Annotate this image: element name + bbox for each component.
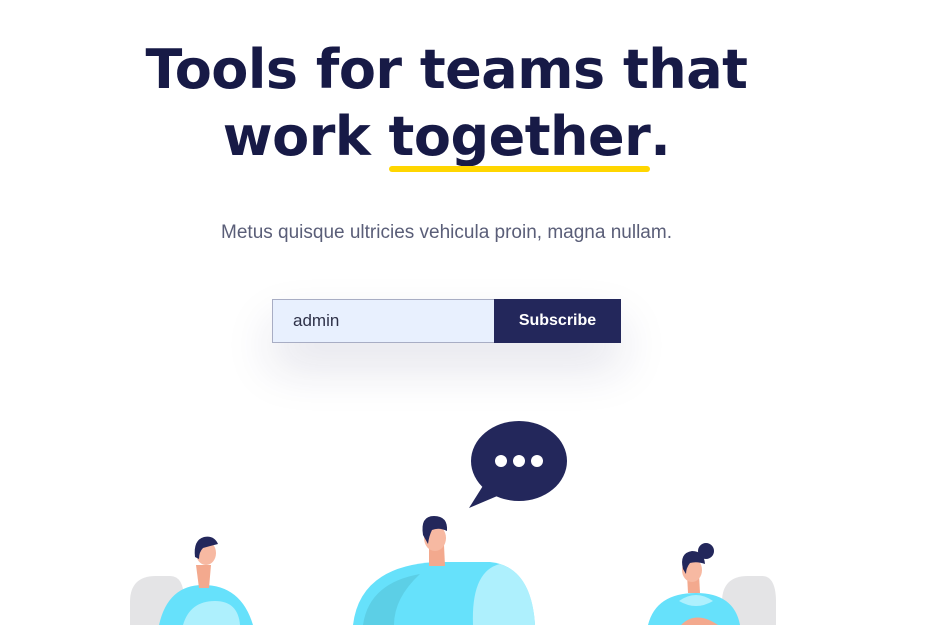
hero-title-prefix: work [222, 105, 389, 168]
right-person-figure [648, 543, 776, 625]
subscribe-form: Subscribe [272, 299, 621, 343]
hero-highlight-word: together [388, 105, 651, 168]
chat-ellipsis-icon [469, 421, 567, 508]
center-person-figure [353, 516, 535, 625]
hero-title-highlight: together [388, 103, 651, 172]
hero-subtitle: Metus quisque ultricies vehicula proin, … [221, 222, 672, 243]
subscribe-button[interactable]: Subscribe [494, 299, 621, 343]
team-illustration [130, 421, 776, 625]
hero-title: Tools for teams that work together. [0, 36, 893, 172]
email-input[interactable] [272, 299, 494, 343]
landing-page: Tools for teams that work together. Metu… [0, 0, 948, 625]
hero-title-line-1: Tools for teams that [145, 38, 748, 101]
highlight-underline [388, 166, 651, 172]
hero-title-suffix: . [650, 105, 671, 168]
left-person-figure [130, 536, 253, 625]
hero-title-line-2: work together. [0, 103, 893, 172]
